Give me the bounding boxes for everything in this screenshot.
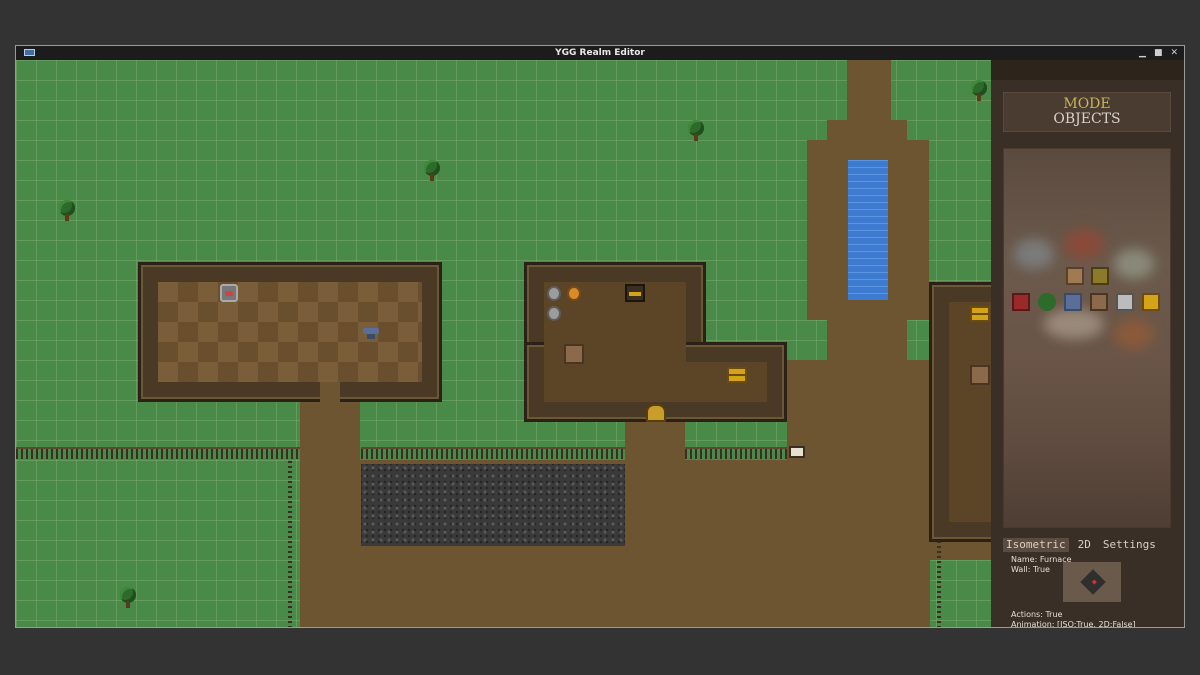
wood-floor	[949, 302, 991, 522]
tree-object[interactable]	[423, 160, 441, 182]
palette-item-stove[interactable]	[1116, 293, 1134, 311]
panel-header	[991, 60, 1184, 80]
tree-object[interactable]	[687, 120, 705, 142]
tree-trunk	[977, 94, 981, 101]
map-canvas[interactable]	[16, 60, 991, 627]
palette-item-chest[interactable]	[1091, 267, 1109, 285]
tab-2d[interactable]: 2D	[1075, 538, 1094, 552]
table-object[interactable]	[970, 365, 990, 385]
object-palette[interactable]	[1003, 148, 1171, 528]
door-object[interactable]	[646, 404, 666, 422]
palette-item-red[interactable]	[1012, 293, 1030, 311]
signpost-object[interactable]	[789, 446, 805, 458]
chest-object[interactable]	[727, 367, 747, 383]
maximize-button[interactable]: ■	[1154, 46, 1163, 60]
tree-trunk	[694, 134, 698, 141]
object-wall: Wall: True	[1011, 565, 1050, 574]
title-bar[interactable]: YGG Realm Editor ▁ ■ ✕	[16, 46, 1184, 60]
palette-item-anvil[interactable]	[1064, 293, 1082, 311]
doorway	[320, 382, 340, 406]
chest-object[interactable]	[970, 306, 990, 322]
palette-blur	[1114, 249, 1154, 279]
shelf-object[interactable]	[625, 284, 645, 302]
water-pond	[848, 160, 888, 300]
orange-pot-object[interactable]	[567, 286, 581, 301]
palette-blur	[1114, 319, 1154, 349]
furnace-object[interactable]	[220, 284, 238, 302]
palette-item-table[interactable]	[1090, 293, 1108, 311]
gravel-patch	[361, 464, 625, 546]
palette-blur	[1014, 239, 1054, 269]
tree-trunk	[126, 601, 130, 608]
window-title: YGG Realm Editor	[555, 48, 645, 58]
object-preview	[1063, 562, 1121, 602]
dirt-path	[827, 120, 907, 140]
palette-blur	[1044, 309, 1104, 339]
palette-item-tree[interactable]	[1038, 293, 1056, 311]
close-button[interactable]: ✕	[1170, 46, 1178, 60]
tab-settings[interactable]: Settings	[1100, 538, 1159, 552]
palette-blur	[1064, 229, 1104, 259]
side-panel: MODE OBJECTS Isometric 2D Settings Name:…	[991, 60, 1184, 628]
checker-floor	[158, 282, 422, 382]
mode-selector[interactable]: MODE OBJECTS	[1003, 92, 1171, 132]
grey-pot-object[interactable]	[547, 306, 561, 321]
palette-item-crate[interactable]	[1066, 267, 1084, 285]
tree-object[interactable]	[119, 587, 137, 609]
fence	[685, 447, 787, 459]
view-tabs: Isometric 2D Settings	[1003, 538, 1159, 552]
fence	[16, 447, 300, 459]
grey-pot-object[interactable]	[547, 286, 561, 301]
minimize-button[interactable]: ▁	[1139, 46, 1146, 60]
fence	[288, 460, 292, 627]
mode-value: OBJECTS	[1053, 111, 1121, 127]
tree-trunk	[65, 214, 69, 221]
object-animation: Animation: [ISO:True, 2D:False]	[1011, 620, 1136, 628]
tree-object[interactable]	[970, 80, 988, 102]
fence	[361, 447, 625, 459]
palette-item-gold-chest[interactable]	[1142, 293, 1160, 311]
furnace-preview-icon	[1080, 569, 1106, 595]
table-object[interactable]	[564, 344, 584, 364]
fence	[937, 540, 941, 627]
mode-label: MODE	[1063, 96, 1111, 112]
anvil-object[interactable]	[362, 324, 380, 342]
tree-object[interactable]	[58, 200, 76, 222]
tab-isometric[interactable]: Isometric	[1003, 538, 1069, 552]
window-controls: ▁ ■ ✕	[1139, 46, 1178, 60]
object-actions: Actions: True	[1011, 610, 1063, 619]
editor-window: YGG Realm Editor ▁ ■ ✕ MODE OBJECTS Isom…	[15, 45, 1185, 628]
tree-trunk	[430, 174, 434, 181]
